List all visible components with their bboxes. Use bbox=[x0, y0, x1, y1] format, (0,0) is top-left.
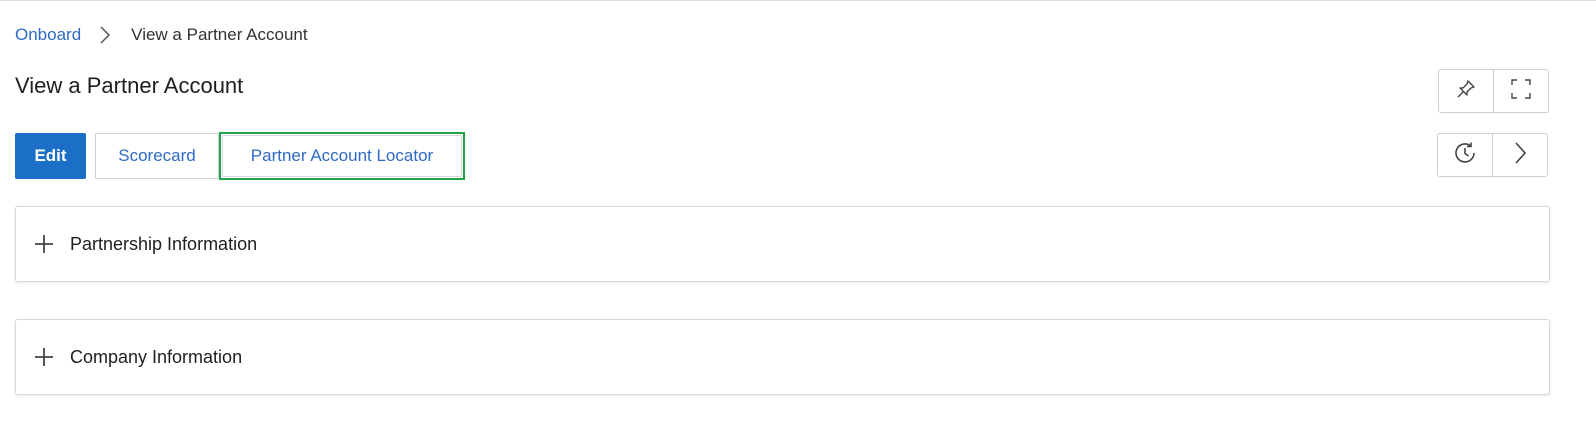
section-title: Partnership Information bbox=[70, 233, 258, 254]
section-partnership-information[interactable]: Partnership Information bbox=[15, 206, 1550, 282]
breadcrumb-link-onboard[interactable]: Onboard bbox=[15, 25, 81, 45]
partner-account-locator-button[interactable]: Partner Account Locator bbox=[222, 135, 462, 177]
edit-button[interactable]: Edit bbox=[15, 133, 86, 179]
partner-account-locator-highlight: Partner Account Locator bbox=[219, 132, 465, 180]
history-button[interactable] bbox=[1438, 134, 1492, 176]
pin-button[interactable] bbox=[1439, 70, 1493, 112]
header-tool-group bbox=[1438, 69, 1549, 113]
pin-icon bbox=[1455, 78, 1477, 105]
chevron-right-icon bbox=[1513, 141, 1527, 170]
plus-icon bbox=[33, 233, 55, 255]
page-title: View a Partner Account bbox=[15, 73, 244, 98]
chevron-right-icon bbox=[91, 24, 119, 46]
action-bar: Edit Scorecard Partner Account Locator bbox=[15, 132, 465, 180]
section-company-information[interactable]: Company Information bbox=[15, 319, 1550, 395]
next-button[interactable] bbox=[1492, 134, 1547, 176]
breadcrumb: Onboard View a Partner Account bbox=[15, 24, 308, 46]
fullscreen-button[interactable] bbox=[1493, 70, 1548, 112]
top-divider bbox=[0, 0, 1596, 1]
plus-icon bbox=[33, 346, 55, 368]
expand-icon bbox=[1510, 78, 1532, 105]
section-title: Company Information bbox=[70, 346, 243, 367]
breadcrumb-current: View a Partner Account bbox=[131, 25, 308, 44]
action-tool-group bbox=[1437, 133, 1548, 177]
scorecard-button[interactable]: Scorecard bbox=[95, 133, 219, 179]
history-icon bbox=[1452, 140, 1478, 171]
